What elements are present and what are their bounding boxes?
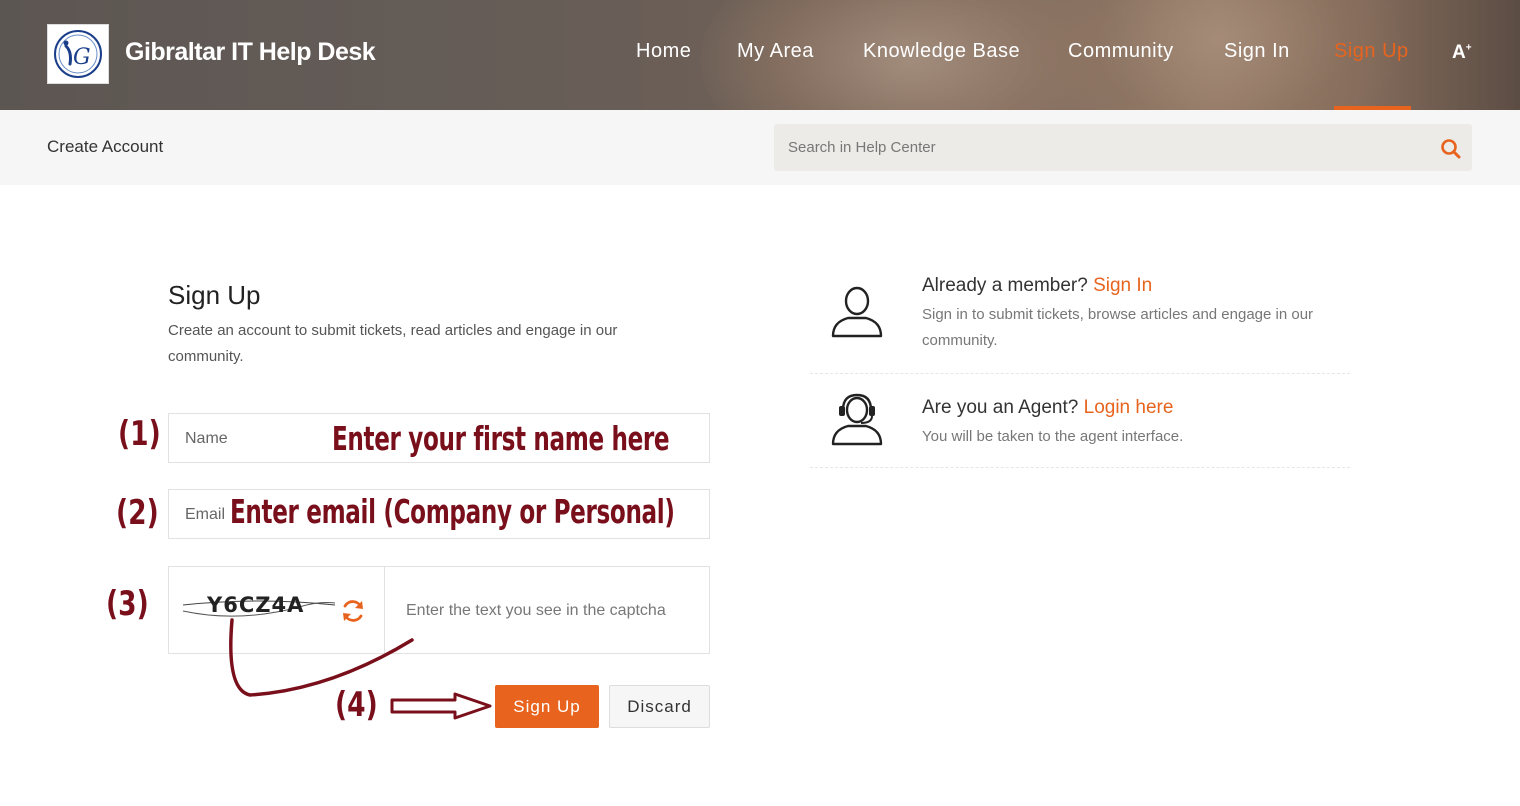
nav-my-area[interactable]: My Area xyxy=(737,40,814,63)
agent-heading: Are you an Agent? Login here xyxy=(922,397,1173,419)
annotation-arrow-icon xyxy=(390,692,492,720)
annotation-step-4: (4) xyxy=(335,685,378,725)
site-logo[interactable]: G xyxy=(47,24,109,84)
agent-headset-icon xyxy=(831,393,883,446)
nav-home[interactable]: Home xyxy=(636,40,691,63)
nav-sign-up[interactable]: Sign Up xyxy=(1334,40,1409,63)
search-icon[interactable] xyxy=(1440,138,1462,160)
brand-title[interactable]: Gibraltar IT Help Desk xyxy=(125,38,376,67)
member-heading: Already a member? Sign In xyxy=(922,275,1152,297)
member-description: Sign in to submit tickets, browse articl… xyxy=(922,306,1314,349)
annotation-step-1: (1) xyxy=(118,414,161,454)
captcha-field: Y6CZ4A xyxy=(168,566,710,654)
name-input[interactable] xyxy=(185,428,325,450)
font-toggle-label: A xyxy=(1452,42,1466,63)
user-icon xyxy=(831,286,883,338)
agent-description: You will be taken to the agent interface… xyxy=(922,428,1184,445)
member-title: Already a member? xyxy=(922,275,1088,296)
search-input[interactable] xyxy=(788,136,1408,158)
page-description: Create an account to submit tickets, rea… xyxy=(168,322,618,365)
captcha-code: Y6CZ4A xyxy=(207,593,305,617)
annotation-step-3: (3) xyxy=(106,584,149,624)
refresh-captcha-icon[interactable] xyxy=(339,597,367,625)
agent-login-link[interactable]: Login here xyxy=(1084,397,1174,418)
nav-knowledge-base[interactable]: Knowledge Base xyxy=(863,40,1020,63)
annotation-step-2: (2) xyxy=(116,493,159,533)
discard-button[interactable]: Discard xyxy=(609,685,710,728)
agent-title: Are you an Agent? xyxy=(922,397,1079,418)
svg-text:G: G xyxy=(73,45,91,70)
annotation-name-hint: Enter your first name here xyxy=(332,419,670,458)
captcha-image: Y6CZ4A xyxy=(169,567,385,653)
sign-up-button[interactable]: Sign Up xyxy=(495,685,599,728)
page-title: Sign Up xyxy=(168,280,261,310)
search-box[interactable] xyxy=(774,124,1472,171)
font-size-toggle[interactable]: A+ xyxy=(1452,42,1472,64)
nav-sign-in[interactable]: Sign In xyxy=(1224,40,1290,63)
font-toggle-sup: + xyxy=(1465,42,1472,54)
sign-in-link[interactable]: Sign In xyxy=(1093,275,1152,296)
email-input[interactable] xyxy=(185,504,233,526)
logo-icon: G xyxy=(54,30,102,78)
nav-community[interactable]: Community xyxy=(1068,40,1174,63)
breadcrumb: Create Account xyxy=(47,137,164,156)
divider xyxy=(810,467,1350,468)
captcha-input[interactable] xyxy=(406,600,691,622)
annotation-email-hint: Enter email (Company or Personal) xyxy=(230,492,675,531)
divider xyxy=(810,373,1350,374)
